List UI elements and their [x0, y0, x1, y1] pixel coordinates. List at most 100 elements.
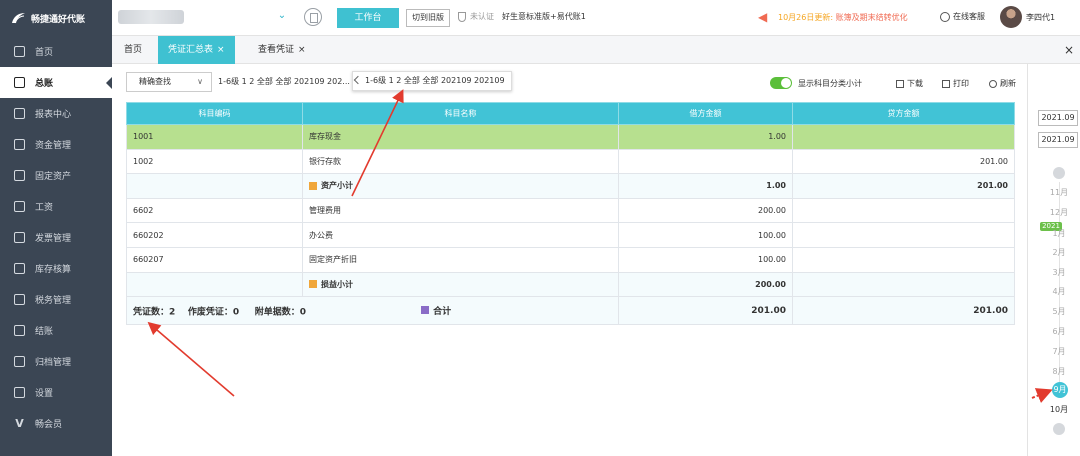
customer-service-label: 在线客服 [953, 12, 985, 21]
total-icon [421, 306, 430, 315]
month-item[interactable]: 6月 [1044, 326, 1074, 337]
sidebar-item-settings[interactable]: 设置 [0, 377, 112, 408]
auth-status[interactable]: 未认证 好生意标准版+易代账1 [458, 11, 586, 22]
month-item-selected[interactable]: 9月 [1052, 382, 1068, 398]
sidebar-item-label: 总账 [35, 79, 54, 89]
month-item[interactable]: 2月 [1044, 247, 1074, 258]
sidebar-item-funds[interactable]: 资金管理 [0, 129, 112, 160]
account-selector[interactable] [118, 10, 184, 24]
scroll-up-icon[interactable] [1053, 167, 1065, 179]
scroll-down-icon[interactable] [1053, 423, 1065, 435]
cell-debit: 1.00 [618, 173, 793, 199]
cell-name: 银行存款 [302, 148, 619, 175]
app-switch-icon[interactable] [304, 8, 322, 26]
close-all-tabs-icon[interactable]: × [1064, 43, 1074, 57]
sidebar-item-reports[interactable]: 报表中心 [0, 98, 112, 129]
tab-voucher-summary[interactable]: 凭证汇总表 × [158, 36, 235, 64]
period-selector: 2021.09 2021.09 11月 12月 2021 1月 2月 3月 4月… [1027, 64, 1080, 456]
headset-icon [940, 11, 950, 22]
speaker-icon[interactable]: ◀ [758, 10, 768, 24]
sidebar-item-ledger[interactable]: 总账 [0, 67, 112, 98]
subtotal-toggle-label: 显示科目分类小计 [798, 79, 862, 88]
sidebar-item-label: 固定资产 [35, 172, 72, 182]
refresh-button[interactable]: 刷新 [989, 78, 1016, 89]
sidebar-item-close-account[interactable]: 结账 [0, 315, 112, 346]
switch-old-version-button[interactable]: 切到旧版 [406, 9, 450, 27]
sidebar-item-vip[interactable]: V 畅会员 [0, 408, 112, 439]
subtotal-toggle[interactable] [770, 77, 792, 89]
cell-credit: 201.00 [792, 148, 1015, 175]
filter-tooltip: 1-6级 1 2 全部 全部 202109 202109 [352, 71, 512, 91]
tab-view-voucher[interactable]: 查看凭证 × [248, 36, 316, 64]
print-button[interactable]: 打印 [942, 78, 969, 89]
col-header-name: 科目名称 [302, 102, 619, 125]
home-icon [14, 46, 25, 57]
username[interactable]: 李四代1 [1026, 12, 1055, 23]
cell-debit: 200.00 [618, 271, 793, 298]
period-end[interactable]: 2021.09 [1038, 132, 1078, 148]
auth-status-text: 未认证 [470, 12, 494, 21]
period-start[interactable]: 2021.09 [1038, 110, 1078, 126]
subtotal-label: 资产小计 [321, 181, 353, 191]
vip-icon: V [15, 417, 24, 430]
attachment-count: 附单据数：0 [254, 307, 307, 318]
cell-debit: 200.00 [618, 197, 793, 224]
month-item[interactable]: 7月 [1044, 346, 1074, 357]
avatar[interactable] [1000, 6, 1022, 28]
col-header-debit: 借方金额 [618, 102, 793, 125]
archive-icon [14, 356, 25, 367]
sidebar-item-invoices[interactable]: 发票管理 [0, 222, 112, 253]
close-account-icon [14, 325, 25, 336]
table-row[interactable]: 660207 固定资产折旧 100.00 [126, 246, 1015, 273]
workbench-button[interactable]: 工作台 [337, 8, 399, 28]
update-notice[interactable]: 10月26日更新: 账簿及期末结转优化 [778, 12, 908, 23]
sidebar-item-inventory[interactable]: 库存核算 [0, 253, 112, 284]
brand-name: 畅捷通好代账 [31, 14, 86, 25]
print-icon [942, 79, 950, 88]
customer-service-link[interactable]: 在线客服 [940, 11, 985, 22]
month-item[interactable]: 8月 [1044, 366, 1074, 377]
close-icon[interactable]: × [298, 45, 306, 55]
tab-home[interactable]: 首页 [114, 36, 152, 64]
month-item[interactable]: 5月 [1044, 306, 1074, 317]
download-button[interactable]: 下载 [896, 78, 923, 89]
sidebar-item-label: 畅会员 [35, 420, 63, 430]
sidebar-item-tax[interactable]: 税务管理 [0, 284, 112, 315]
cell-name: 库存现金 [302, 124, 619, 150]
voucher-count: 凭证数：2 [133, 307, 176, 318]
sidebar: 首页 总账 报表中心 资金管理 固定资产 工资 发票管理 库存核算 税务管理 结… [0, 36, 112, 456]
table-row[interactable]: 660202 办公费 100.00 [126, 222, 1015, 248]
table-row[interactable]: 1001 库存现金 1.00 [126, 124, 1015, 150]
cell-credit [792, 222, 1015, 248]
month-item[interactable]: 4月 [1044, 286, 1074, 297]
month-item[interactable]: 11月 [1044, 187, 1074, 198]
table-row[interactable]: 1002 银行存款 201.00 [126, 148, 1015, 175]
sidebar-item-label: 报表中心 [35, 110, 72, 120]
search-mode-select[interactable]: 精确查找 ∨ [126, 72, 212, 92]
brand[interactable]: 畅捷通好代账 [0, 0, 112, 36]
sidebar-item-label: 税务管理 [35, 296, 72, 306]
cell-subtotal-label: 资产小计 [302, 173, 619, 199]
chevron-down-icon[interactable]: ⌄ [276, 10, 288, 22]
sidebar-item-home[interactable]: 首页 [0, 36, 112, 67]
filter-summary[interactable]: 1-6级 1 2 全部 全部 202109 202... [218, 76, 350, 87]
subtotal-row: 损益小计 200.00 [126, 271, 1015, 298]
sidebar-item-label: 库存核算 [35, 265, 72, 275]
month-item[interactable]: 1月 [1044, 228, 1074, 239]
sidebar-item-archive[interactable]: 归档管理 [0, 346, 112, 377]
month-item[interactable]: 3月 [1044, 267, 1074, 278]
col-header-credit: 贷方金额 [792, 102, 1015, 125]
close-icon[interactable]: × [217, 45, 225, 55]
salary-icon [14, 201, 25, 212]
cell-credit [792, 271, 1015, 298]
month-item[interactable]: 10月 [1044, 404, 1074, 415]
sidebar-item-fixed-assets[interactable]: 固定资产 [0, 160, 112, 191]
notice-text: 账簿及期末结转优化 [835, 13, 908, 22]
month-item[interactable]: 12月 [1044, 207, 1074, 218]
cell-total-credit: 201.00 [792, 296, 1015, 326]
table-row[interactable]: 6602 管理费用 200.00 [126, 197, 1015, 224]
sidebar-item-salary[interactable]: 工资 [0, 191, 112, 222]
cell-code [126, 271, 303, 298]
chevron-down-icon: ∨ [197, 77, 203, 86]
money-icon [14, 139, 25, 150]
